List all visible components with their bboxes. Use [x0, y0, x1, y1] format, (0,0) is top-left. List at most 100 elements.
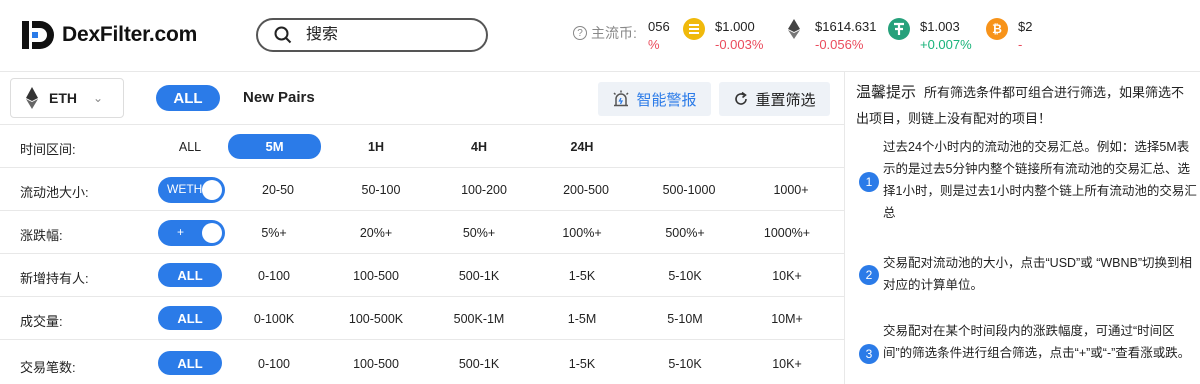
pool-size-label: 流动池大小: — [20, 185, 89, 200]
pool-option[interactable]: 500-1000 — [644, 183, 734, 197]
reset-filter-button[interactable]: 重置筛选 — [719, 82, 830, 116]
change-option[interactable]: 5%+ — [229, 226, 319, 240]
txns-option[interactable]: 100-500 — [331, 357, 421, 371]
txns-option[interactable]: 1-5K — [537, 357, 627, 371]
tip-text: 交易配对流动池的大小，点击“USD”或 “WBNB”切换到相对应的计算单位。 — [883, 256, 1193, 292]
holders-option[interactable]: 100-500 — [331, 269, 421, 283]
volume-option[interactable]: 500K-1M — [434, 312, 524, 326]
change-direction-toggle[interactable]: + — [158, 220, 225, 246]
txns-option-all[interactable]: ALL — [158, 351, 222, 375]
pool-option[interactable]: 1000+ — [746, 183, 836, 197]
ticker-price: $2 — [1018, 19, 1033, 34]
tips-header: 温馨提示 所有筛选条件都可组合进行筛选，如果筛选不出项目，则链上没有配对的项目！ — [856, 80, 1196, 132]
pool-option[interactable]: 50-100 — [336, 183, 426, 197]
btc-icon: ₿ — [986, 18, 1008, 40]
time-option-1h[interactable]: 1H — [331, 140, 421, 154]
pool-option[interactable]: 200-500 — [541, 183, 631, 197]
time-option-all[interactable]: ALL — [145, 140, 235, 154]
txns-option[interactable]: 0-100 — [229, 357, 319, 371]
txn-count-label: 交易笔数: — [20, 360, 76, 375]
volume-option[interactable]: 10M+ — [742, 312, 832, 326]
logo[interactable]: DexFilter.com — [20, 18, 197, 52]
ticker-btc[interactable]: ₿ $2 - — [986, 18, 1032, 54]
chain-selector[interactable]: ETH ⌄ — [10, 78, 124, 118]
change-option[interactable]: 50%+ — [434, 226, 524, 240]
tip-item-3: 3 交易配对在某个时间段内的涨跌幅度，可通过“时间区间”的筛选条件进行组合筛选，… — [856, 320, 1196, 384]
ticker-0[interactable]: 056 % — [648, 18, 670, 54]
time-option-24h[interactable]: 24H — [537, 140, 627, 154]
holders-option[interactable]: 0-100 — [229, 269, 319, 283]
txns-option[interactable]: 10K+ — [742, 357, 832, 371]
pool-unit-label: WETH — [167, 182, 203, 196]
volume-option[interactable]: 0-100K — [229, 312, 319, 326]
holders-option[interactable]: 500-1K — [434, 269, 524, 283]
tip-number-badge: 3 — [859, 344, 879, 364]
volume-label: 成交量: — [20, 314, 63, 329]
tip-text: 交易配对在某个时间段内的涨跌幅度，可通过“时间区间”的筛选条件进行组合筛选，点击… — [883, 324, 1191, 360]
ticker-change: % — [648, 37, 660, 52]
holders-option[interactable]: 1-5K — [537, 269, 627, 283]
chain-label: ETH — [49, 90, 77, 106]
search-input[interactable] — [306, 26, 456, 44]
ticker-change: +0.007% — [920, 37, 972, 52]
usdt-icon — [888, 18, 910, 40]
pool-unit-toggle[interactable]: WETH — [158, 177, 225, 203]
change-option[interactable]: 100%+ — [537, 226, 627, 240]
ticker-change: - — [1018, 37, 1023, 52]
filter-row-txns: 交易笔数: ALL 0-100 100-500 500-1K 1-5K 5-10… — [0, 340, 845, 384]
refresh-icon — [735, 91, 748, 105]
mainstream-label: ? 主流币: — [573, 23, 637, 43]
ticker-price: $1.000 — [715, 19, 755, 34]
header: DexFilter.com ? 主流币: 056 % $1.000 -0.003… — [0, 0, 1200, 72]
ticker-eth[interactable]: $1614.631 -0.056% — [783, 18, 876, 54]
tip-item-2: 2 交易配对流动池的大小，点击“USD”或 “WBNB”切换到相对应的计算单位。 — [856, 252, 1196, 298]
tip-number-badge: 2 — [859, 265, 879, 285]
filter-row-change: 涨跌幅: + 5%+ 20%+ 50%+ 100%+ 500%+ 1000%+ — [0, 211, 845, 254]
tip-text: 过去24个小时内的流动池的交易汇总。例如：选择5M表示的是过去5分钟内整个链接所… — [883, 140, 1197, 220]
tips-title: 温馨提示 — [856, 84, 917, 101]
smart-alert-label: 智能警报 — [636, 91, 697, 109]
ticker-price: $1614.631 — [815, 19, 877, 34]
time-range-label: 时间区间: — [20, 142, 76, 157]
price-change-label: 涨跌幅: — [20, 228, 63, 243]
search-icon — [274, 26, 292, 44]
ticker-change: -0.056% — [815, 37, 864, 52]
pool-option[interactable]: 20-50 — [233, 183, 323, 197]
filter-row-volume: 成交量: ALL 0-100K 100-500K 500K-1M 1-5M 5-… — [0, 297, 845, 340]
volume-option[interactable]: 100-500K — [331, 312, 421, 326]
smart-alert-button[interactable]: 智能警报 — [598, 82, 711, 116]
time-option-5m[interactable]: 5M — [228, 134, 321, 159]
holders-option-all[interactable]: ALL — [158, 263, 222, 287]
search-box[interactable] — [256, 18, 488, 52]
toggle-knob — [202, 180, 222, 200]
change-direction-label: + — [177, 225, 185, 239]
filter-panel: ETH ⌄ ALL New Pairs 智能警报 重置筛选 时间区间: ALL … — [0, 72, 845, 384]
new-pairs-tab[interactable]: New Pairs — [243, 89, 315, 106]
volume-option[interactable]: 1-5M — [537, 312, 627, 326]
help-icon: ? — [573, 26, 587, 40]
holders-option[interactable]: 10K+ — [742, 269, 832, 283]
eth-icon — [783, 18, 805, 40]
change-option[interactable]: 500%+ — [640, 226, 730, 240]
filter-row-time: 时间区间: ALL 5M 1H 4H 24H — [0, 125, 845, 168]
all-pairs-button[interactable]: ALL — [156, 85, 220, 111]
tips-panel: 温馨提示 所有筛选条件都可组合进行筛选，如果筛选不出项目，则链上没有配对的项目！ … — [846, 72, 1200, 384]
pool-option[interactable]: 100-200 — [439, 183, 529, 197]
volume-option[interactable]: 5-10M — [640, 312, 730, 326]
alarm-icon — [613, 90, 630, 107]
holders-option[interactable]: 5-10K — [640, 269, 730, 283]
busd-icon — [683, 18, 705, 40]
txns-option[interactable]: 5-10K — [640, 357, 730, 371]
chevron-down-icon: ⌄ — [93, 91, 104, 105]
reset-filter-label: 重置筛选 — [755, 91, 816, 109]
txns-option[interactable]: 500-1K — [434, 357, 524, 371]
change-option[interactable]: 1000%+ — [742, 226, 832, 240]
volume-option-all[interactable]: ALL — [158, 306, 222, 330]
filter-toolbar: ETH ⌄ ALL New Pairs 智能警报 重置筛选 — [0, 72, 844, 125]
mainstream-text: 主流币: — [591, 25, 637, 41]
eth-icon — [26, 87, 38, 109]
time-option-4h[interactable]: 4H — [434, 140, 524, 154]
ticker-usdt[interactable]: $1.003 +0.007% — [888, 18, 972, 54]
ticker-busd[interactable]: $1.000 -0.003% — [683, 18, 763, 54]
change-option[interactable]: 20%+ — [331, 226, 421, 240]
